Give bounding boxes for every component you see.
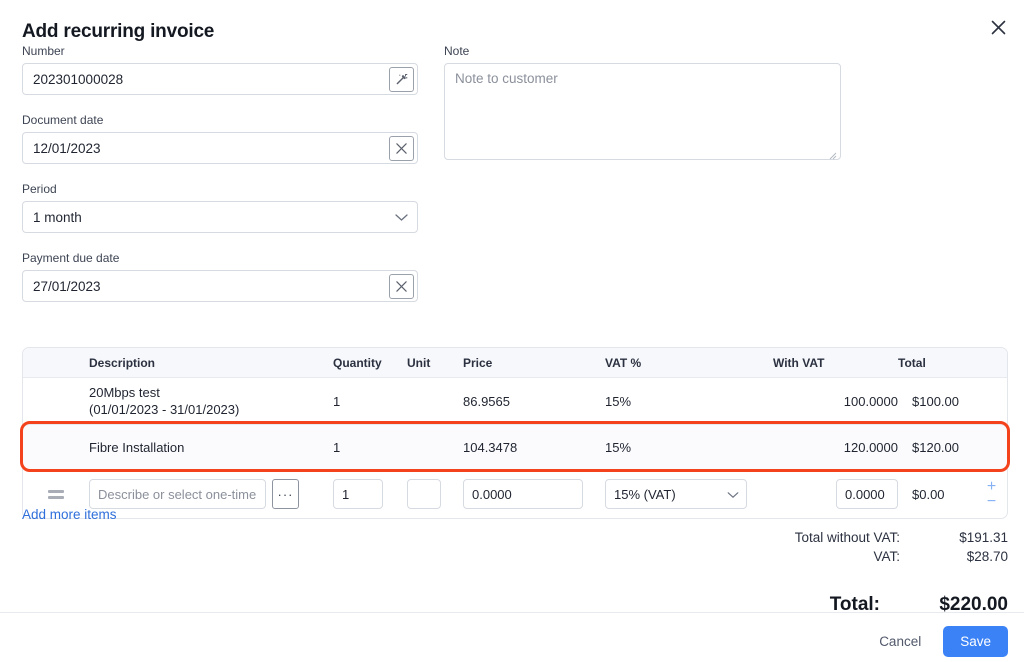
vat-row: VAT: $28.70 <box>708 547 1008 566</box>
cell-with-vat: 100.0000 <box>843 393 898 409</box>
payment-due-date-label: Payment due date <box>22 251 120 265</box>
drag-handle-icon[interactable] <box>23 489 89 499</box>
form-right-column: Note <box>444 44 841 183</box>
price-input[interactable] <box>463 479 583 509</box>
note-label: Note <box>444 44 470 58</box>
description-line-1: 20Mbps test <box>89 385 160 400</box>
number-input[interactable] <box>23 64 386 94</box>
cell-description: 20Mbps test (01/01/2023 - 31/01/2023) <box>89 384 333 418</box>
vat-select-value: 15% (VAT) <box>614 486 676 502</box>
total-without-vat-label: Total without VAT: <box>794 530 900 545</box>
cell-total: $100.00 <box>912 393 959 409</box>
magic-wand-icon[interactable] <box>389 67 414 92</box>
payment-due-date-input[interactable] <box>23 271 386 301</box>
cell-quantity-editor <box>333 479 407 509</box>
table-row-editor: ··· 15% (VAT) $0.00 + <box>23 469 1007 518</box>
period-select[interactable]: 1 month <box>22 201 418 233</box>
number-label: Number <box>22 44 65 58</box>
field-number: Number <box>22 44 418 95</box>
column-header-description: Description <box>89 355 156 370</box>
vat-label: VAT: <box>873 549 900 564</box>
total-without-vat-row: Total without VAT: $191.31 <box>708 528 1008 547</box>
column-header-vat-percent: VAT % <box>605 355 642 370</box>
unit-input[interactable] <box>407 479 441 509</box>
cell-description-editor: ··· <box>89 479 333 509</box>
form-left-column: Number Document date <box>22 44 418 320</box>
cell-vat-editor: 15% (VAT) <box>605 479 773 509</box>
period-select-value: 1 month <box>33 209 82 225</box>
document-date-label: Document date <box>22 113 104 127</box>
total-without-vat-value: $191.31 <box>959 530 1008 545</box>
close-icon[interactable] <box>985 14 1011 40</box>
items-table: Description Quantity Unit Price VAT % Wi… <box>20 347 1010 519</box>
document-date-input[interactable] <box>23 133 386 163</box>
cell-quantity: 1 <box>333 439 341 455</box>
table-row[interactable]: 20Mbps test (01/01/2023 - 31/01/2023) 1 … <box>23 377 1007 424</box>
cell-with-vat-editor <box>773 479 898 509</box>
description-line-2: (01/01/2023 - 31/01/2023) <box>89 402 240 417</box>
column-header-price: Price <box>463 355 493 370</box>
cell-description: Fibre Installation <box>89 439 185 455</box>
cell-price-editor <box>463 479 605 509</box>
cell-vat: 15% <box>605 439 632 455</box>
clear-icon[interactable] <box>389 274 414 299</box>
column-header-with-vat: With VAT <box>773 355 825 370</box>
cell-unit-editor <box>407 479 463 509</box>
add-row-button[interactable]: + <box>987 479 996 495</box>
payment-due-date-input-wrap <box>22 270 418 302</box>
period-label: Period <box>22 182 57 196</box>
column-header-quantity: Quantity <box>333 355 382 370</box>
footer-divider <box>0 612 1024 613</box>
cell-with-vat: 120.0000 <box>843 439 898 455</box>
drag-handle-bars <box>48 489 64 499</box>
cell-price: 104.3478 <box>463 439 518 455</box>
save-button[interactable]: Save <box>943 626 1008 657</box>
browse-items-button[interactable]: ··· <box>272 479 299 509</box>
row-actions: + − <box>976 479 1007 510</box>
chevron-down-icon <box>395 210 408 225</box>
cell-price: 86.9565 <box>463 393 510 409</box>
field-note: Note <box>444 44 841 165</box>
remove-row-button[interactable]: − <box>987 494 996 510</box>
description-input[interactable] <box>89 479 266 509</box>
page-title: Add recurring invoice <box>22 21 215 42</box>
cell-vat: 15% <box>605 393 632 409</box>
column-header-unit: Unit <box>407 355 431 370</box>
with-vat-input[interactable] <box>836 479 898 509</box>
note-textarea[interactable] <box>444 63 841 160</box>
table-header-row: Description Quantity Unit Price VAT % Wi… <box>23 348 1007 377</box>
cell-total-editor: $0.00 <box>912 486 945 502</box>
number-input-wrap <box>22 63 418 95</box>
column-header-total: Total <box>898 355 926 370</box>
table-row[interactable]: Fibre Installation 1 104.3478 15% 120.00… <box>20 421 1010 472</box>
field-period: Period 1 month <box>22 182 418 233</box>
field-document-date: Document date <box>22 113 418 164</box>
quantity-input[interactable] <box>333 479 383 509</box>
clear-icon[interactable] <box>389 136 414 161</box>
cell-quantity: 1 <box>333 393 341 409</box>
cancel-button[interactable]: Cancel <box>867 626 933 657</box>
cell-total: $120.00 <box>912 439 959 455</box>
vat-select[interactable]: 15% (VAT) <box>605 479 747 509</box>
field-payment-due-date: Payment due date <box>22 251 418 302</box>
totals-panel: Total without VAT: $191.31 VAT: $28.70 T… <box>708 528 1008 616</box>
add-more-items-link[interactable]: Add more items <box>22 507 117 522</box>
vat-value: $28.70 <box>966 549 1008 564</box>
footer-actions: Cancel Save <box>867 626 1008 657</box>
document-date-input-wrap <box>22 132 418 164</box>
chevron-down-icon <box>727 487 739 502</box>
